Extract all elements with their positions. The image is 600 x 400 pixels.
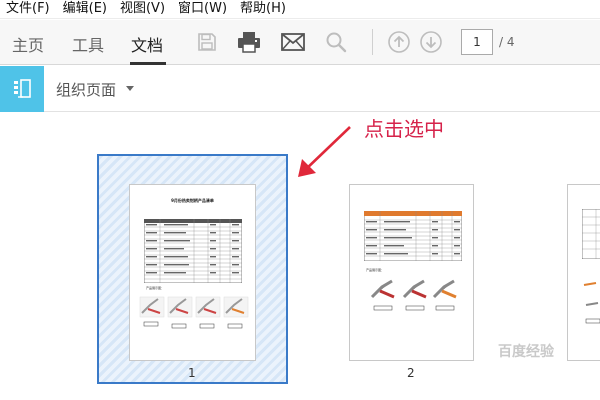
- page-number-input[interactable]: 1: [461, 29, 493, 55]
- tab-tools[interactable]: 工具: [72, 32, 104, 56]
- menu-bar: 文件(F) 编辑(E) 视图(V) 窗口(W) 帮助(H): [0, 0, 600, 19]
- print-icon[interactable]: [234, 28, 264, 56]
- page-thumbnail-3[interactable]: [567, 184, 600, 361]
- menu-file[interactable]: 文件(F): [6, 0, 50, 18]
- annotation-text: 点击选中: [364, 117, 444, 141]
- organize-pages-label[interactable]: 组织页面: [56, 79, 116, 100]
- organize-bar: 组织页面: [0, 66, 600, 112]
- page-1-preview[interactable]: 9月份热卖钳柄产品清单 产品展示图：: [129, 184, 256, 361]
- page-number-1: 1: [188, 366, 196, 380]
- toolbar-separator: [372, 29, 373, 55]
- page-1-caption: 产品展示图：: [146, 286, 165, 290]
- menu-window[interactable]: 窗口(W): [178, 0, 227, 18]
- menu-view[interactable]: 视图(V): [120, 0, 165, 18]
- page-1-product-images: [139, 296, 249, 329]
- page-number-2: 2: [407, 366, 415, 380]
- annotation-arrow-icon: [298, 126, 351, 177]
- page-1-table: [144, 219, 242, 283]
- page-2-table: [364, 211, 462, 261]
- menu-help[interactable]: 帮助(H): [240, 0, 286, 18]
- page-down-icon[interactable]: [416, 28, 446, 56]
- tab-document[interactable]: 文档: [131, 32, 163, 56]
- page-2-product-images: [370, 279, 457, 311]
- tab-home[interactable]: 主页: [12, 32, 44, 56]
- page-thumbnail-2[interactable]: 产品展示图：: [349, 184, 474, 361]
- save-icon[interactable]: [192, 28, 222, 56]
- page-up-icon[interactable]: [384, 28, 414, 56]
- page-3-table: [582, 209, 600, 259]
- organize-pages-icon[interactable]: [0, 66, 44, 112]
- search-icon[interactable]: [321, 28, 351, 56]
- active-tab-indicator: [130, 62, 166, 65]
- page-1-title: 9月份热卖钳柄产品清单: [171, 198, 214, 203]
- page-3-product-images: [583, 282, 600, 324]
- mail-icon[interactable]: [278, 28, 308, 56]
- chevron-down-icon[interactable]: [126, 86, 134, 91]
- page-total: / 4: [499, 35, 515, 49]
- menu-edit[interactable]: 编辑(E): [63, 0, 107, 18]
- page-2-caption: 产品展示图：: [366, 268, 385, 272]
- page-thumbnails-area: 点击选中 9月份热卖钳柄产品清单 产品展示图： 1 产品展示图： 2 百度经验: [0, 113, 600, 400]
- watermark: 百度经验: [498, 344, 554, 360]
